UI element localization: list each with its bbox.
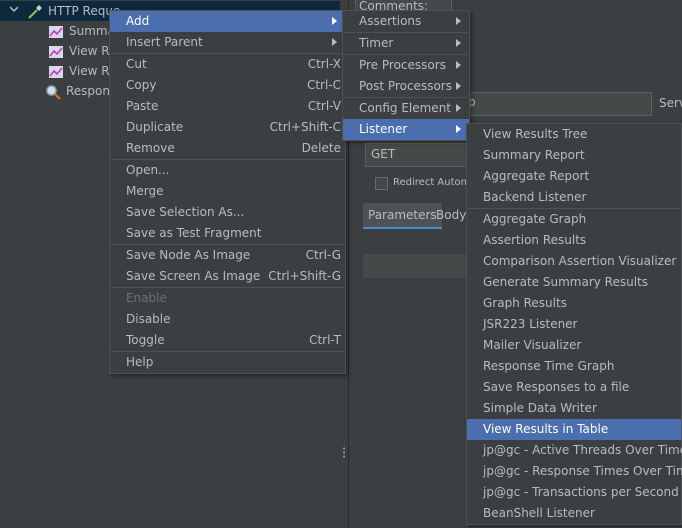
menu-item-help[interactable]: Help — [110, 352, 345, 373]
menu-item-remove[interactable]: Remove Delete — [110, 138, 345, 159]
menu-item-open[interactable]: Open... — [110, 160, 345, 181]
menu-item-comparison-assertion-visualizer[interactable]: Comparison Assertion Visualizer — [467, 251, 681, 272]
menu-item-view-results-in-table[interactable]: View Results in Table — [467, 419, 681, 440]
menu-item-disable[interactable]: Disable — [110, 309, 345, 330]
menu-item-beanshell-listener[interactable]: BeanShell Listener — [467, 503, 681, 524]
menu-item-listener[interactable]: Listener — [343, 119, 469, 140]
menu-item-transactions-per-second[interactable]: jp@gc - Transactions per Second — [467, 482, 681, 503]
tab-parameters[interactable]: Parameters — [363, 203, 442, 229]
menu-item-generate-summary-results[interactable]: Generate Summary Results — [467, 272, 681, 293]
menu-item-duplicate[interactable]: Duplicate Ctrl+Shift-C — [110, 117, 345, 138]
submenu-arrow-icon — [456, 82, 461, 90]
submenu-arrow-icon — [456, 125, 461, 133]
menu-item-save-selection[interactable]: Save Selection As... — [110, 202, 345, 223]
magnifier-icon — [46, 84, 61, 100]
menu-item-simple-data-writer[interactable]: Simple Data Writer — [467, 398, 681, 419]
menu-item-graph-results[interactable]: Graph Results — [467, 293, 681, 314]
menu-item-view-results-tree[interactable]: View Results Tree — [467, 124, 681, 145]
path-field[interactable]: p — [465, 92, 652, 116]
submenu-arrow-icon — [456, 104, 461, 112]
chart-icon — [49, 45, 63, 58]
menu-item-save-responses[interactable]: Save Responses to a file — [467, 377, 681, 398]
menu-item-assertions[interactable]: Assertions — [343, 11, 469, 32]
menu-item-aggregate-report[interactable]: Aggregate Report — [467, 166, 681, 187]
menu-item-save-screen-image[interactable]: Save Screen As Image Ctrl+Shift-G — [110, 266, 345, 287]
menu-item-merge[interactable]: Merge — [110, 181, 345, 202]
menu-item-response-time-graph[interactable]: Response Time Graph — [467, 356, 681, 377]
menu-item-timer[interactable]: Timer — [343, 33, 469, 54]
menu-item-save-node-image[interactable]: Save Node As Image Ctrl-G — [110, 245, 345, 266]
menu-item-cut[interactable]: Cut Ctrl-X — [110, 54, 345, 75]
menu-item-config-element[interactable]: Config Element — [343, 98, 469, 119]
add-submenu: Assertions Timer Pre Processors Post Pro… — [342, 10, 470, 141]
tree-item-summary-report[interactable]: Summa — [48, 21, 115, 41]
menu-item-backend-listener[interactable]: Backend Listener — [467, 187, 681, 208]
context-menu: Add Insert Parent Cut Ctrl-X Copy Ctrl-C P… — [109, 10, 346, 374]
menu-item-add[interactable]: Add — [110, 11, 345, 32]
menu-item-toggle[interactable]: Toggle Ctrl-T — [110, 330, 345, 351]
pipette-icon — [28, 4, 42, 19]
parameters-table-header — [363, 254, 473, 278]
tree-item-response[interactable]: Respon — [45, 81, 110, 101]
chart-icon — [49, 65, 63, 78]
menu-item-aggregate-graph[interactable]: Aggregate Graph — [467, 209, 681, 230]
menu-item-mailer-visualizer[interactable]: Mailer Visualizer — [467, 335, 681, 356]
menu-item-copy[interactable]: Copy Ctrl-C — [110, 75, 345, 96]
menu-item-enable: Enable — [126, 291, 167, 305]
menu-item-post-processors[interactable]: Post Processors — [343, 76, 469, 97]
submenu-arrow-icon — [332, 17, 337, 25]
menu-item-save-test-fragment[interactable]: Save as Test Fragment — [110, 223, 345, 244]
tree-item-label: Respon — [66, 84, 110, 98]
chevron-down-icon[interactable] — [10, 5, 18, 13]
chart-icon — [49, 25, 63, 38]
menu-item-response-times-over-time[interactable]: jp@gc - Response Times Over Time — [467, 461, 682, 482]
submenu-arrow-icon — [456, 39, 461, 47]
submenu-arrow-icon — [456, 61, 461, 69]
redirect-checkbox[interactable] — [375, 177, 388, 190]
menu-item-pre-processors[interactable]: Pre Processors — [343, 55, 469, 76]
method-value: GET — [371, 147, 396, 161]
menu-item-active-threads-over-time[interactable]: jp@gc - Active Threads Over Time — [467, 440, 682, 461]
method-select[interactable]: GET — [365, 143, 467, 167]
splitter-grip-icon[interactable]: • • • — [342, 446, 346, 461]
menu-item-insert-parent[interactable]: Insert Parent — [110, 32, 345, 53]
redirect-label: Redirect Automa — [393, 177, 477, 188]
menu-item-summary-report[interactable]: Summary Report — [467, 145, 681, 166]
menu-item-paste[interactable]: Paste Ctrl-V — [110, 96, 345, 117]
menu-item-assertion-results[interactable]: Assertion Results — [467, 230, 681, 251]
server-label: Serv — [659, 96, 682, 110]
menu-item-jsr223-listener[interactable]: JSR223 Listener — [467, 314, 681, 335]
submenu-arrow-icon — [332, 38, 337, 46]
tree-item-view-results-2[interactable]: View Re — [48, 61, 116, 81]
listener-submenu: View Results Tree Summary Report Aggrega… — [466, 123, 682, 525]
tree-item-view-results-1[interactable]: View Re — [48, 41, 116, 61]
submenu-arrow-icon — [456, 17, 461, 25]
